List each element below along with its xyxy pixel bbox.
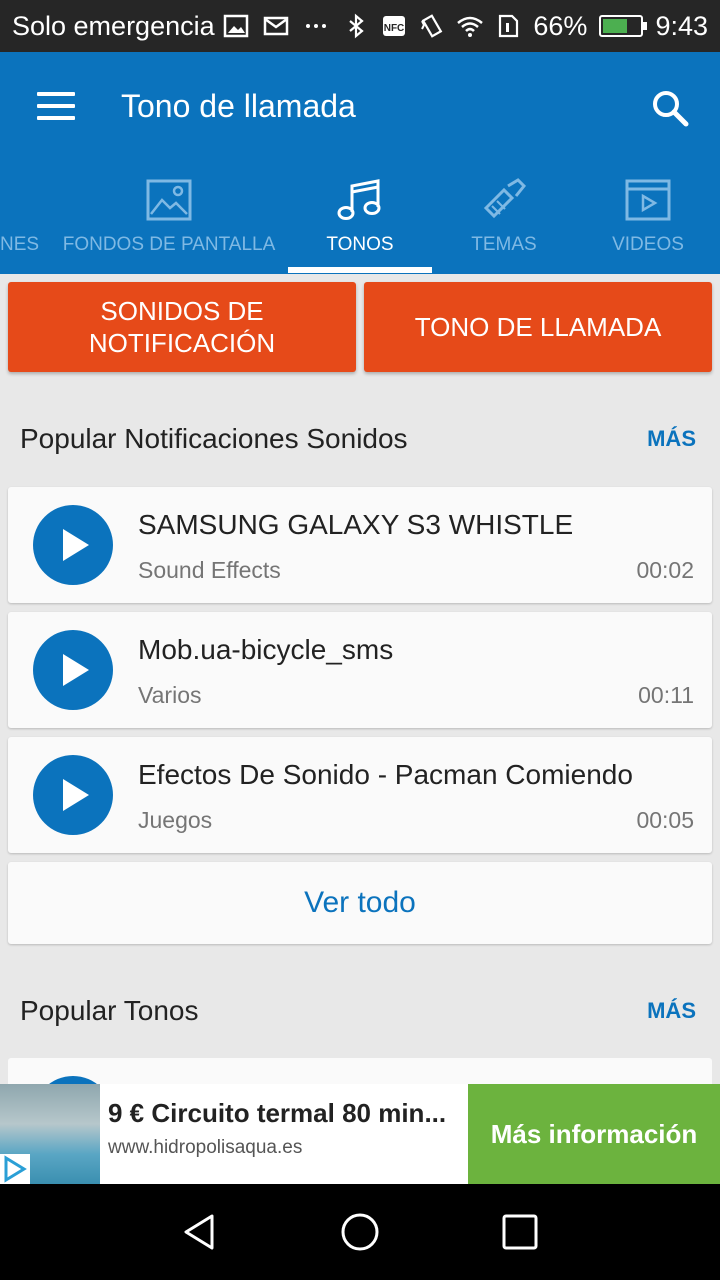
svg-text:NFC: NFC: [384, 23, 405, 34]
sound-category: Sound Effects: [138, 557, 281, 583]
nfc-icon: NFC: [383, 16, 406, 36]
play-icon: [63, 529, 89, 561]
ad-cta-button[interactable]: Más información: [468, 1084, 720, 1184]
sound-duration: 00:11: [638, 682, 694, 708]
image-icon: [146, 179, 192, 221]
back-icon[interactable]: [180, 1212, 220, 1252]
wifi-icon: [457, 16, 484, 37]
category-tabs: NES FONDOS DE PANTALLA TONOS TEMAS VIDEO…: [0, 162, 720, 274]
search-icon[interactable]: [650, 88, 690, 128]
sound-title: SAMSUNG GALAXY S3 WHISTLE: [138, 509, 574, 540]
play-icon: [63, 654, 89, 686]
vibrate-icon: [421, 14, 443, 38]
notification-sounds-button[interactable]: SONIDOS DE NOTIFICACIÓN: [8, 282, 356, 372]
sound-title: Efectos De Sonido - Pacman Comiendo: [138, 759, 633, 790]
sound-category: Varios: [138, 682, 202, 708]
battery-icon: [599, 15, 648, 37]
play-button[interactable]: [33, 755, 113, 835]
tab-partial[interactable]: NES: [0, 162, 40, 274]
sound-list-item[interactable]: Mob.ua-bicycle_sms Varios 00:11: [8, 612, 712, 728]
sound-duration: 00:05: [636, 807, 694, 833]
toolbar: Tono de llamada: [0, 52, 720, 162]
ad-banner[interactable]: 9 € Circuito termal 80 min... www.hidrop…: [0, 1084, 720, 1184]
video-icon: [625, 179, 671, 221]
battery-percent: 66%: [533, 10, 588, 41]
tab-wallpapers[interactable]: FONDOS DE PANTALLA: [60, 162, 278, 274]
more-dots-icon: [305, 24, 326, 28]
tab-ringtones[interactable]: TONOS: [288, 162, 432, 274]
paintbrush-icon: [483, 178, 527, 219]
ad-url: www.hidropolisaqua.es: [108, 1137, 303, 1158]
active-tab-indicator: [288, 267, 432, 273]
ad-image[interactable]: [0, 1084, 100, 1184]
navigation-bar: [0, 1184, 720, 1280]
play-icon: [63, 779, 89, 811]
image-icon: [223, 14, 248, 38]
ringtone-button[interactable]: TONO DE LLAMADA: [364, 282, 712, 372]
clock: 9:43: [655, 10, 708, 41]
ad-title[interactable]: 9 € Circuito termal 80 min...: [108, 1098, 460, 1129]
sound-title: Mob.ua-bicycle_sms: [138, 634, 394, 665]
more-notifications-link[interactable]: MÁS: [647, 426, 696, 452]
music-note-icon: [337, 179, 381, 220]
app-bar: Tono de llamada NES FONDOS DE PANTALLA T…: [0, 52, 720, 274]
section-title-notifications: Popular Notificaciones Sonidos: [20, 423, 408, 454]
see-all-button[interactable]: Ver todo: [8, 862, 712, 944]
battery-fill: [603, 19, 628, 33]
sim-icon: [499, 14, 519, 38]
play-button[interactable]: [33, 505, 113, 585]
mail-icon: [263, 16, 288, 36]
ad-choices-icon[interactable]: [0, 1154, 30, 1184]
play-button[interactable]: [33, 630, 113, 710]
sound-duration: 00:02: [636, 557, 694, 583]
sound-list-item[interactable]: Efectos De Sonido - Pacman Comiendo Jueg…: [8, 737, 712, 853]
sound-category: Juegos: [138, 807, 213, 833]
status-bar: Solo emergencia NFC 66% 9:43: [0, 0, 720, 52]
section-title-ringtones: Popular Tonos: [20, 995, 199, 1026]
home-icon[interactable]: [340, 1212, 380, 1252]
sound-list-item[interactable]: SAMSUNG GALAXY S3 WHISTLE Sound Effects …: [8, 487, 712, 603]
hamburger-menu-icon[interactable]: [37, 92, 75, 120]
page-title: Tono de llamada: [121, 88, 356, 124]
more-ringtones-link[interactable]: MÁS: [647, 998, 696, 1024]
tab-themes[interactable]: TEMAS: [432, 162, 576, 274]
recents-icon[interactable]: [500, 1212, 540, 1252]
tab-videos[interactable]: VIDEOS: [576, 162, 720, 274]
carrier-label: Solo emergencia: [12, 10, 215, 41]
bluetooth-icon: [349, 13, 365, 39]
